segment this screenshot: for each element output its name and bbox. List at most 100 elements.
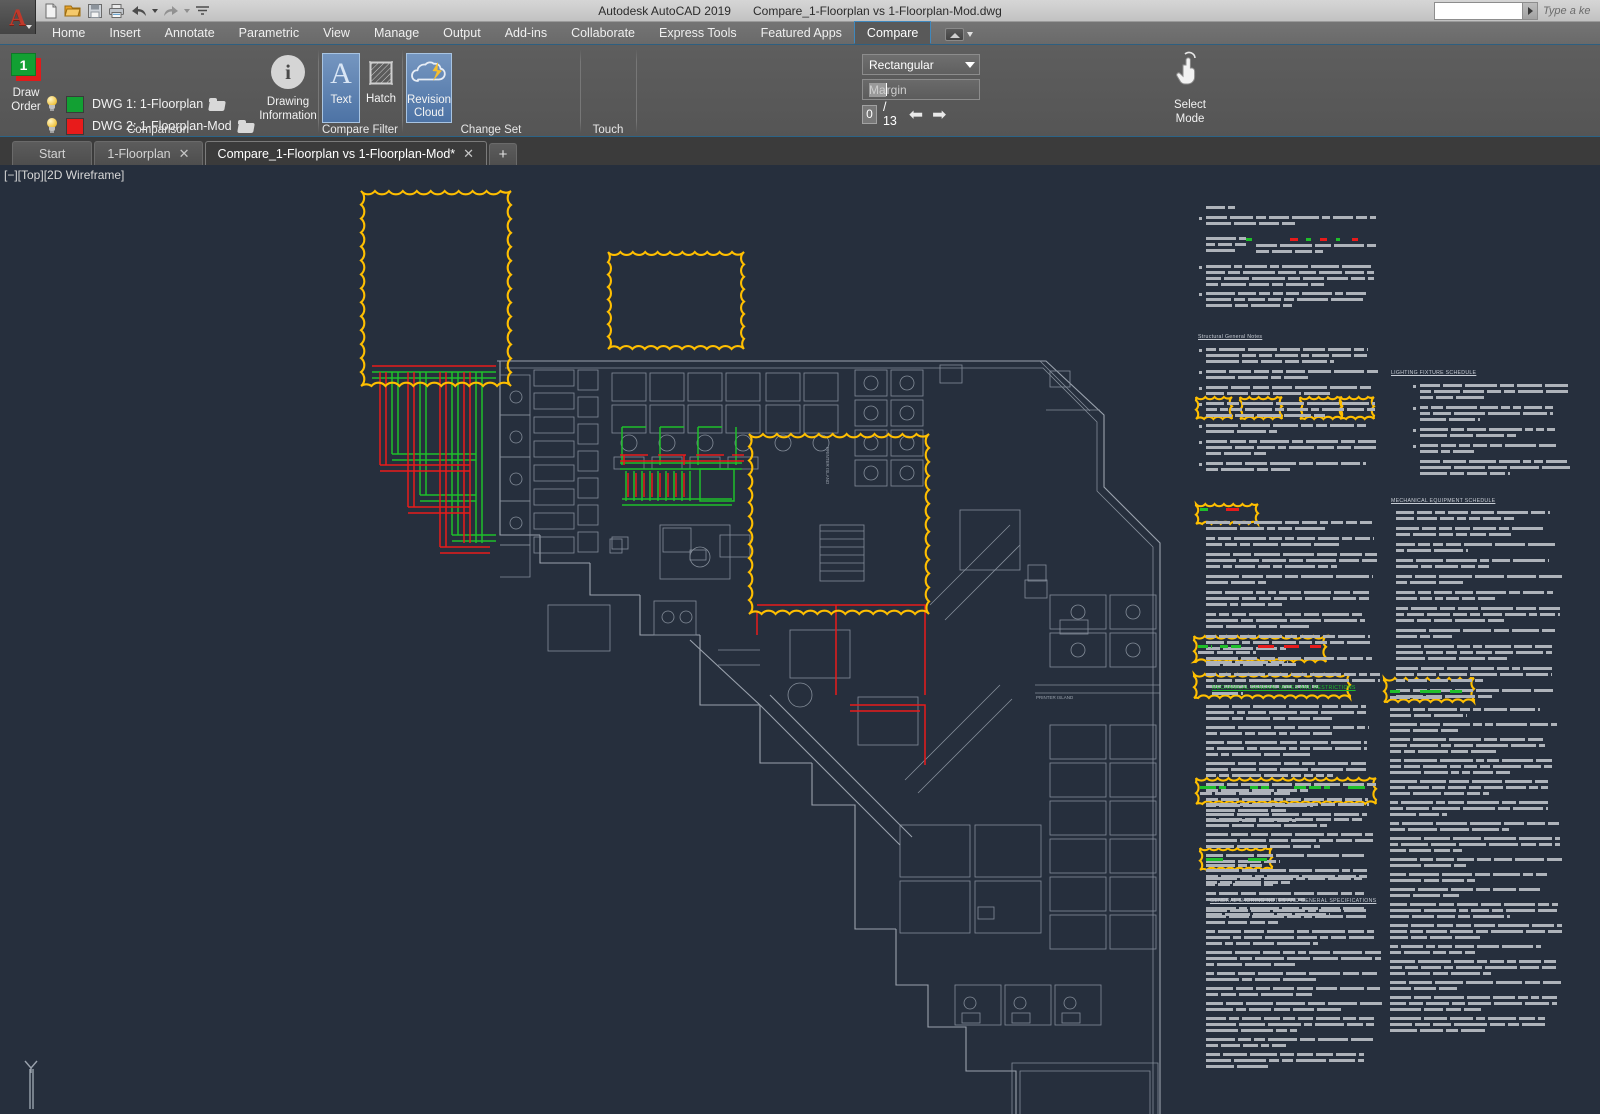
note-text-run bbox=[1295, 250, 1312, 253]
note-text-run bbox=[1268, 298, 1281, 301]
note-text-run bbox=[1218, 537, 1231, 540]
note-text-run bbox=[1264, 774, 1288, 777]
minimize-ribbon-button[interactable] bbox=[945, 28, 973, 44]
note-text-run bbox=[1264, 753, 1280, 756]
note-text-run bbox=[1242, 575, 1263, 578]
ribbon-tab-addins[interactable]: Add-ins bbox=[493, 21, 559, 44]
open-file-icon[interactable] bbox=[62, 1, 83, 21]
folder-icon[interactable] bbox=[209, 98, 225, 111]
dwg1-color-swatch[interactable] bbox=[66, 96, 84, 113]
note-text-run bbox=[1301, 424, 1313, 427]
new-tab-button[interactable]: + bbox=[489, 143, 517, 165]
note-text-run bbox=[1390, 822, 1399, 825]
drawing-viewport[interactable]: [−][Top][2D Wireframe] .w { stroke:#9aa2… bbox=[0, 165, 1600, 1114]
redo-icon[interactable] bbox=[160, 1, 181, 21]
arrow-left-icon[interactable]: ⬅ bbox=[909, 106, 923, 123]
ribbon-tab-parametric[interactable]: Parametric bbox=[227, 21, 311, 44]
quick-access-toolbar[interactable] bbox=[40, 1, 213, 21]
note-text-run bbox=[1268, 591, 1276, 594]
file-tab-1-floorplan[interactable]: 1-Floorplan ✕ bbox=[94, 141, 202, 165]
note-text-run bbox=[1241, 424, 1270, 427]
revision-cloud[interactable] bbox=[608, 252, 744, 349]
note-text-run bbox=[1368, 277, 1374, 280]
comparison-row-dwg1[interactable]: DWG 1: 1-Floorplan bbox=[44, 94, 225, 114]
panel-compare-filter: A Text Hatch Compare Filter bbox=[320, 45, 400, 137]
filter-text-button[interactable]: A Text bbox=[322, 53, 360, 123]
note-text-run bbox=[1546, 807, 1548, 810]
file-tab-compare[interactable]: Compare_1-Floorplan vs 1-Floorplan-Mod* … bbox=[205, 141, 488, 165]
note-text-run bbox=[1484, 786, 1503, 789]
search-area[interactable]: Type a ke bbox=[1434, 0, 1600, 22]
note-text-run bbox=[1275, 408, 1284, 411]
ribbon-tab-insert[interactable]: Insert bbox=[97, 21, 152, 44]
ribbon-tab-collaborate[interactable]: Collaborate bbox=[559, 21, 647, 44]
note-text-run bbox=[1206, 845, 1234, 848]
panel-touch: Select Mode Touch bbox=[582, 45, 634, 137]
note-text-run bbox=[1221, 993, 1236, 996]
ribbon-tab-express-tools[interactable]: Express Tools bbox=[647, 21, 749, 44]
note-text-run bbox=[1337, 446, 1351, 449]
drawing-information-button[interactable]: i Drawing Information bbox=[248, 49, 328, 131]
file-tab-start[interactable]: Start bbox=[12, 141, 92, 165]
drawing-info-label-2: Information bbox=[259, 109, 317, 123]
note-text-run bbox=[1367, 783, 1376, 786]
save-file-icon[interactable] bbox=[84, 1, 105, 21]
note-text-run bbox=[1264, 883, 1273, 886]
note-text-run bbox=[1465, 951, 1475, 954]
note-text-run bbox=[1206, 858, 1223, 861]
note-text-run bbox=[1262, 559, 1286, 562]
note-text-run bbox=[1206, 978, 1239, 981]
ribbon-tab-annotate[interactable]: Annotate bbox=[153, 21, 227, 44]
note-text-run bbox=[1500, 384, 1514, 387]
note-text-run bbox=[1470, 533, 1486, 536]
note-text-run bbox=[1206, 521, 1230, 524]
arrow-right-icon[interactable]: ➡ bbox=[932, 106, 946, 123]
new-file-icon[interactable] bbox=[40, 1, 61, 21]
customize-qat-icon[interactable] bbox=[192, 1, 213, 21]
note-text-run bbox=[1226, 625, 1256, 628]
revision-cloud-margin-input[interactable]: Margin bbox=[862, 79, 980, 100]
note-text-run bbox=[1459, 909, 1468, 912]
revision-cloud-button[interactable]: Revision Cloud bbox=[406, 53, 452, 123]
note-text-run bbox=[1255, 978, 1280, 981]
note-text-run bbox=[1278, 527, 1292, 530]
redo-dropdown-icon[interactable] bbox=[182, 1, 191, 21]
ribbon-tab-view[interactable]: View bbox=[311, 21, 362, 44]
note-text-run bbox=[1454, 960, 1474, 963]
search-input[interactable] bbox=[1434, 2, 1522, 20]
revision-cloud[interactable] bbox=[749, 434, 929, 614]
undo-dropdown-icon[interactable] bbox=[150, 1, 159, 21]
ribbon-tab-featured-apps[interactable]: Featured Apps bbox=[749, 21, 854, 44]
ribbon-tab-compare[interactable]: Compare bbox=[854, 21, 931, 44]
note-text-run bbox=[1289, 747, 1297, 750]
print-icon[interactable] bbox=[106, 1, 127, 21]
filter-hatch-button[interactable]: Hatch bbox=[362, 53, 400, 123]
select-mode-button[interactable]: Select Mode bbox=[1164, 51, 1216, 127]
note-text-run bbox=[1206, 277, 1221, 280]
revision-cloud-label-2: Cloud bbox=[407, 107, 451, 120]
close-icon[interactable]: ✕ bbox=[463, 146, 474, 162]
ribbon-tab-home[interactable]: Home bbox=[40, 21, 97, 44]
note-text-run bbox=[1342, 265, 1371, 268]
file-tab-bar[interactable]: Start 1-Floorplan ✕ Compare_1-Floorplan … bbox=[0, 137, 1600, 165]
ribbon-tab-manage[interactable]: Manage bbox=[362, 21, 431, 44]
draw-order-button[interactable]: 1 Draw Order bbox=[3, 49, 49, 131]
undo-icon[interactable] bbox=[128, 1, 149, 21]
revision-cloud[interactable] bbox=[361, 191, 511, 386]
revision-cloud-shape-select[interactable]: Rectangular bbox=[862, 54, 980, 75]
note-text-run bbox=[1534, 689, 1553, 692]
ribbon-tab-output[interactable]: Output bbox=[431, 21, 493, 44]
application-menu-button[interactable]: A bbox=[0, 0, 36, 34]
close-icon[interactable]: ✕ bbox=[179, 146, 190, 162]
change-set-index[interactable]: 0 bbox=[862, 105, 877, 124]
note-text-run bbox=[1206, 216, 1227, 219]
note-text-run bbox=[1408, 972, 1430, 975]
search-go-icon[interactable] bbox=[1522, 2, 1538, 20]
note-text-run bbox=[1206, 613, 1216, 616]
note-text-run bbox=[1259, 892, 1291, 895]
ribbon-tab-bar[interactable]: Home Insert Annotate Parametric View Man… bbox=[0, 22, 1600, 45]
note-text-run bbox=[1442, 873, 1472, 876]
lightbulb-icon[interactable] bbox=[44, 95, 60, 113]
change-set-navigator[interactable]: 0 / 13 ⬅ ➡ bbox=[862, 103, 946, 125]
note-text-run bbox=[1242, 354, 1256, 357]
